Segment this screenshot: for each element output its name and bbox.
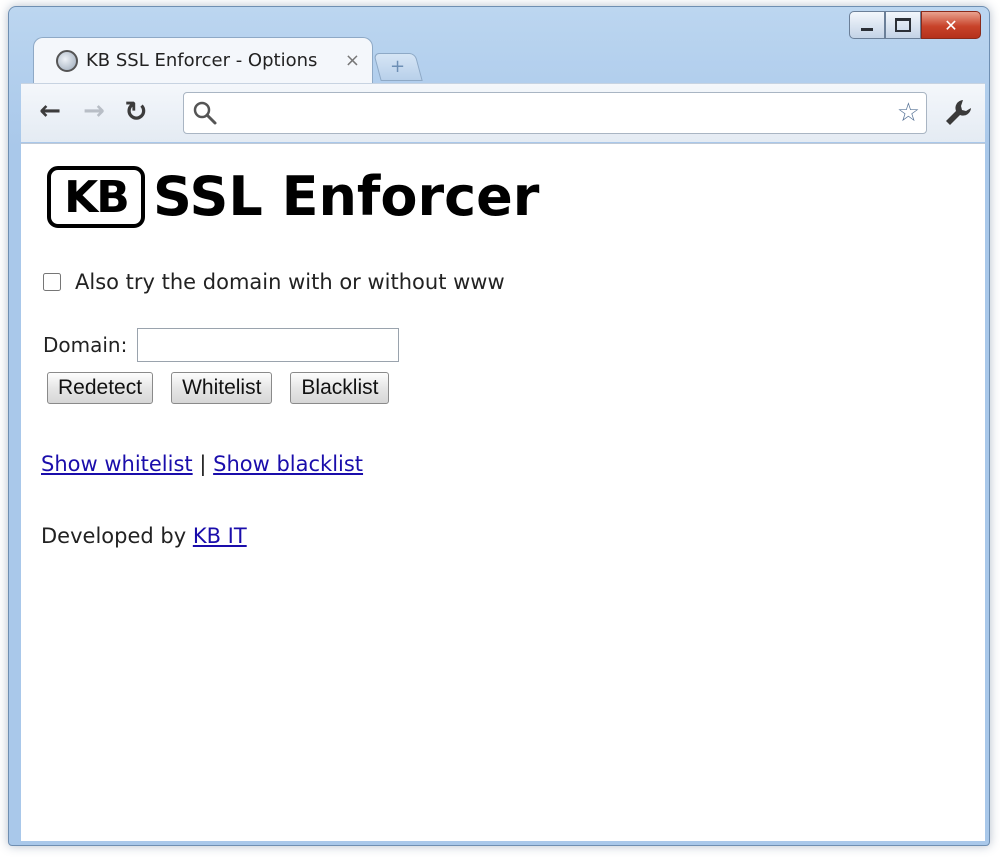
window-controls: ✕ [849, 11, 981, 39]
forward-arrow-icon: → [83, 96, 105, 126]
page-content: KB SSL Enforcer Also try the domain with… [21, 143, 985, 841]
search-icon [193, 101, 217, 125]
omnibox[interactable]: ☆ [183, 92, 927, 134]
show-blacklist-link[interactable]: Show blacklist [213, 452, 363, 476]
new-tab-button[interactable]: + [373, 53, 423, 81]
whitelist-button[interactable]: Whitelist [171, 372, 273, 404]
www-checkbox[interactable] [43, 273, 61, 291]
close-icon: ✕ [944, 15, 958, 35]
back-arrow-icon: ← [39, 96, 61, 126]
domain-input[interactable] [137, 328, 400, 362]
minimize-button[interactable] [849, 11, 885, 39]
show-whitelist-link[interactable]: Show whitelist [41, 452, 193, 476]
plus-icon: + [390, 56, 406, 77]
page-title: SSL Enforcer [153, 165, 540, 228]
domain-label: Domain: [43, 333, 128, 357]
globe-icon [56, 49, 78, 72]
app-logo: KB SSL Enforcer [47, 166, 539, 228]
maximize-button[interactable] [885, 11, 921, 39]
tab-close-icon[interactable]: × [345, 50, 360, 71]
domain-row: Domain: [43, 328, 400, 362]
browser-tab[interactable]: KB SSL Enforcer - Options × [33, 37, 373, 83]
link-separator: | [199, 452, 207, 476]
reload-button[interactable]: ↻ [121, 94, 151, 128]
browser-window: ✕ KB SSL Enforcer - Options × + ← → ↻ ☆ … [8, 6, 990, 846]
www-option-label: Also try the domain with or without www [75, 270, 505, 294]
tab-title: KB SSL Enforcer - Options [86, 50, 318, 71]
close-window-button[interactable]: ✕ [921, 11, 981, 39]
developer-credit: Developed by KB IT [41, 524, 247, 548]
minimize-icon [861, 27, 873, 31]
forward-button[interactable]: → [79, 94, 109, 128]
redetect-button[interactable]: Redetect [47, 372, 154, 404]
browser-toolbar: ← → ↻ ☆ [21, 83, 985, 142]
back-button[interactable]: ← [35, 94, 65, 128]
blacklist-button[interactable]: Blacklist [290, 372, 390, 404]
wrench-icon[interactable] [941, 96, 975, 130]
address-input[interactable] [224, 99, 878, 129]
credit-prefix: Developed by [41, 524, 187, 548]
action-buttons: Redetect Whitelist Blacklist [47, 372, 407, 404]
kb-logo-mark: KB [47, 166, 145, 228]
list-links: Show whitelist | Show blacklist [41, 452, 363, 476]
maximize-icon [895, 18, 911, 32]
www-option: Also try the domain with or without www [43, 270, 505, 294]
developer-link[interactable]: KB IT [193, 524, 247, 548]
reload-icon: ↻ [124, 94, 148, 128]
bookmark-star-icon[interactable]: ☆ [897, 99, 920, 127]
